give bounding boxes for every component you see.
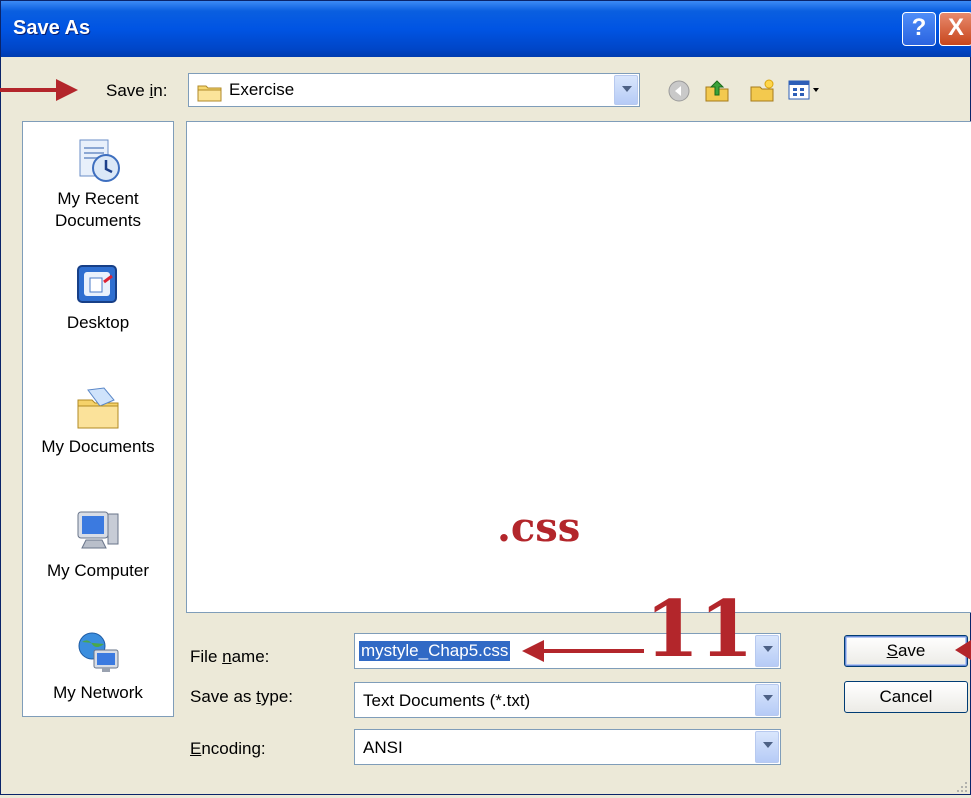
place-my-documents[interactable]: My Documents (23, 384, 173, 458)
place-my-recent-documents[interactable]: My Recent Documents (23, 136, 173, 232)
place-label: My Computer (46, 561, 150, 580)
place-label: Desktop (66, 313, 130, 332)
place-label: My Documents (41, 437, 155, 456)
save-in-annotation-arrowhead (56, 79, 78, 101)
encoding-value: ANSI (363, 738, 403, 757)
save-in-dropdown-button[interactable] (614, 75, 638, 105)
my-documents-icon (74, 384, 122, 432)
file-name-dropdown-button[interactable] (755, 635, 779, 667)
window-title: Save As (13, 17, 91, 39)
encoding-dropdown[interactable]: ANSI (354, 729, 781, 765)
save-in-dropdown[interactable]: Exercise (188, 73, 640, 107)
title-bar[interactable]: Save As ? X (1, 1, 971, 57)
new-folder-icon[interactable] (749, 77, 775, 108)
places-bar: My Recent Documents Desktop My Documents… (22, 121, 174, 717)
file-list-area[interactable]: .css (186, 121, 971, 613)
cancel-button[interactable]: Cancel (844, 681, 968, 713)
save-as-type-dropdown-button[interactable] (755, 684, 779, 716)
save-as-type-value: Text Documents (*.txt) (363, 691, 531, 710)
file-name-annotation-arrow (540, 649, 644, 653)
encoding-label: Encoding: (190, 739, 266, 758)
save-as-type-dropdown[interactable]: Text Documents (*.txt) (354, 682, 781, 718)
step-number-annotation: 11 (645, 584, 754, 675)
file-name-value[interactable]: mystyle_Chap5.css (359, 641, 511, 661)
save-button-label: ave (897, 641, 926, 660)
save-as-dialog: Save As ? X Save in: Exercise My Recent … (0, 0, 971, 795)
close-button[interactable]: X (939, 12, 971, 46)
place-label: My Network (53, 683, 143, 702)
place-my-network[interactable]: My Network (23, 630, 173, 704)
save-in-value: Exercise (229, 80, 295, 99)
save-in-annotation-arrow (0, 88, 58, 92)
save-as-type-label: Save as type: (190, 687, 294, 706)
save-button[interactable]: Save (844, 635, 968, 667)
save-in-label: Save in: (106, 81, 168, 100)
file-name-label: File name: (190, 647, 270, 666)
desktop-icon (74, 260, 122, 308)
encoding-dropdown-button[interactable] (755, 731, 779, 763)
help-button[interactable]: ? (902, 12, 936, 46)
extension-annotation: .css (497, 504, 581, 551)
back-icon[interactable] (668, 80, 690, 107)
recent-documents-icon (74, 136, 122, 184)
place-desktop[interactable]: Desktop (23, 260, 173, 334)
place-label: My Recent Documents (55, 189, 141, 230)
up-folder-icon[interactable] (704, 77, 730, 108)
my-computer-icon (74, 508, 122, 556)
resize-grip-icon[interactable] (956, 780, 968, 798)
place-my-computer[interactable]: My Computer (23, 508, 173, 582)
save-button-mnemonic: S (886, 641, 898, 660)
save-button-annotation-arrowhead (955, 640, 971, 660)
folder-icon (197, 82, 223, 107)
views-menu-icon[interactable] (788, 79, 824, 106)
my-network-icon (74, 630, 122, 678)
file-name-annotation-arrowhead (522, 640, 544, 662)
